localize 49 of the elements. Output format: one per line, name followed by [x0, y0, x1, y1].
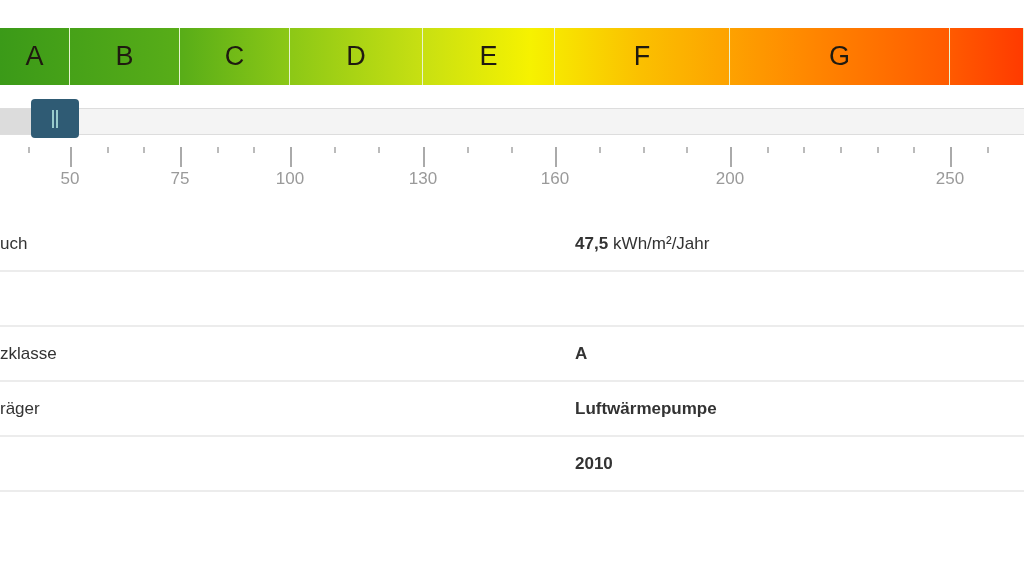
slider-thumb[interactable] [31, 99, 80, 138]
tick-mark [599, 147, 601, 153]
energy-class-band: A [0, 28, 70, 85]
tick-mark [511, 147, 513, 153]
detail-label: uch [0, 233, 28, 253]
detail-value: Luftwärmepumpe [575, 398, 717, 419]
detail-value: 47,5 [575, 233, 609, 254]
tick-mark [803, 147, 805, 153]
tick-mark [730, 147, 732, 167]
tick-mark [767, 147, 769, 153]
tick-label: 130 [408, 169, 438, 189]
tick-mark [423, 147, 425, 167]
tick-mark [467, 147, 469, 153]
energy-class-band: G [730, 28, 950, 85]
energy-class-band: F [555, 28, 730, 85]
energy-class-band: B [70, 28, 180, 85]
tick-mark [107, 147, 109, 153]
tick-mark [70, 147, 72, 167]
tick-mark [686, 147, 688, 153]
tick-mark [877, 147, 879, 153]
tick-mark [950, 147, 952, 167]
tick-mark [913, 147, 915, 153]
tick-mark [290, 147, 292, 167]
tick-label: 250 [935, 169, 965, 189]
tick-label: 200 [715, 169, 745, 189]
grip-icon [51, 109, 60, 128]
tick-mark [253, 147, 255, 153]
tick-mark [643, 147, 645, 153]
tick-mark [143, 147, 145, 153]
tick-label: 160 [540, 169, 570, 189]
tick-label: 100 [275, 169, 305, 189]
energy-class-band: D [290, 28, 423, 85]
tick-mark [987, 147, 989, 153]
tick-mark [334, 147, 336, 153]
tick-mark [217, 147, 219, 153]
tick-mark [180, 147, 182, 167]
detail-label: zklasse [0, 343, 57, 363]
energy-class-band: E [423, 28, 555, 85]
tick-mark [555, 147, 557, 167]
detail-label: räger [0, 398, 40, 418]
tick-mark [378, 147, 380, 153]
tick-label: 50 [60, 169, 80, 189]
tick-mark [840, 147, 842, 153]
tick-mark [28, 147, 30, 153]
detail-value: 2010 [575, 453, 613, 474]
detail-value: A [575, 343, 588, 364]
energy-class-band: C [180, 28, 290, 85]
tick-label: 75 [170, 169, 190, 189]
unit-label: kWh/m²/Jahr [613, 233, 710, 254]
